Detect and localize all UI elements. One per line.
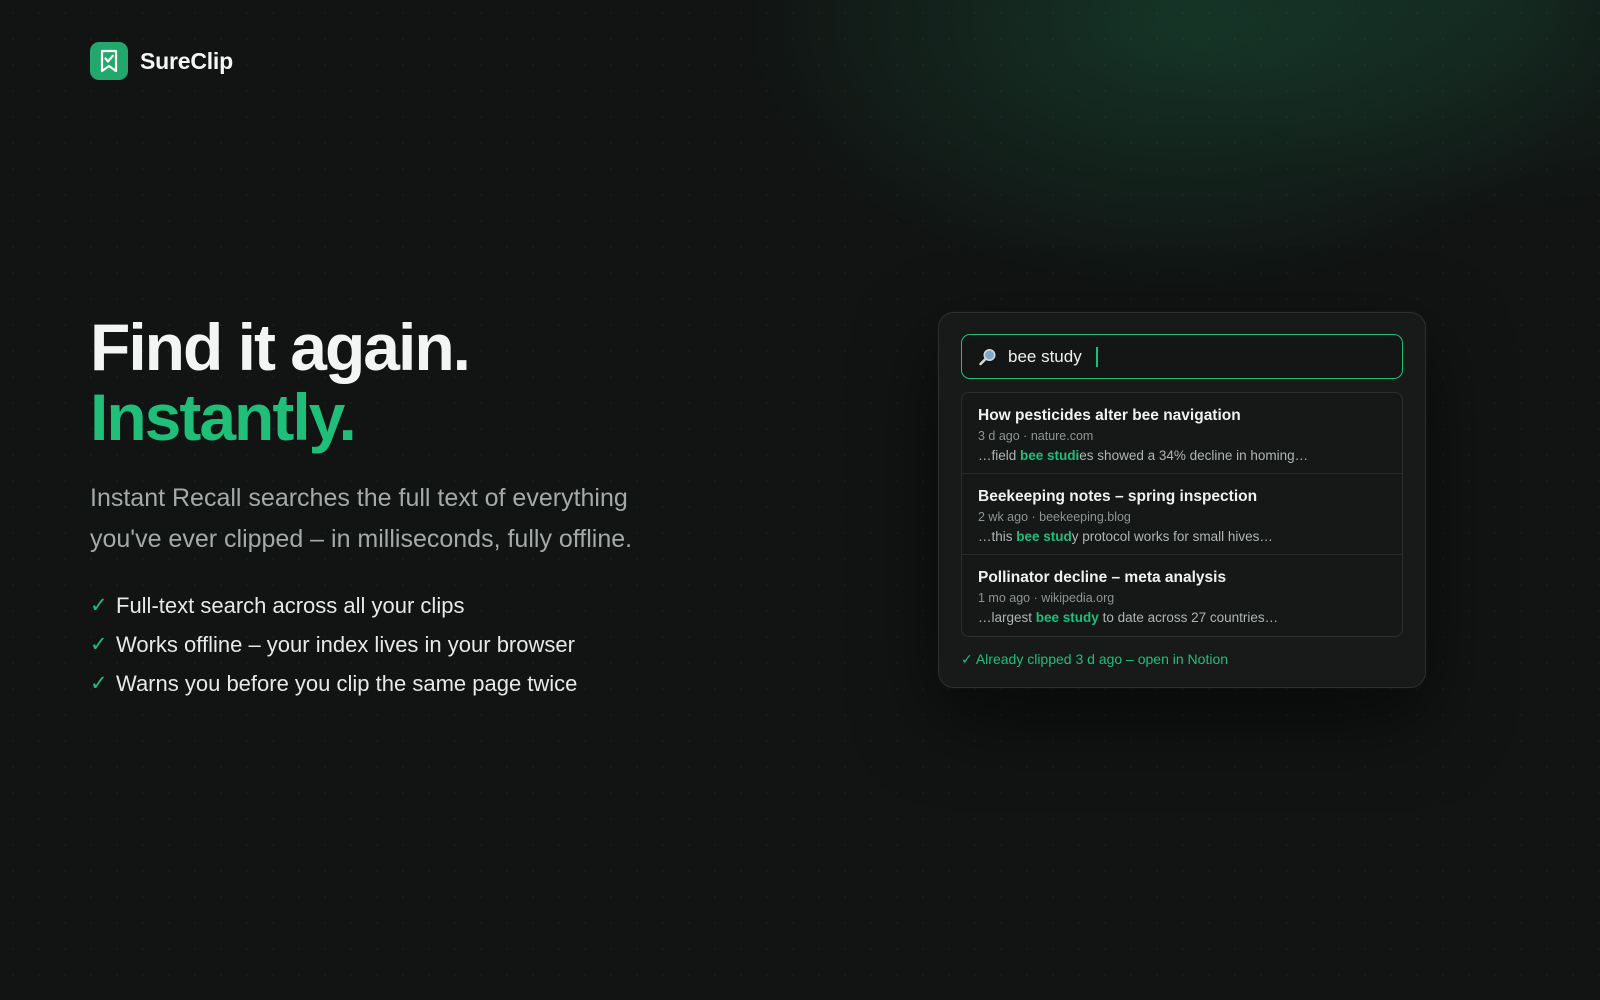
result-title: How pesticides alter bee navigation <box>978 407 1241 424</box>
result-title: Pollinator decline – meta analysis <box>978 569 1227 586</box>
feature-item: ✓ Works offline – your index lives in yo… <box>90 625 730 664</box>
result-snippet: …largest bee study to date across 27 cou… <box>978 608 1386 627</box>
brand[interactable]: SureClip <box>90 42 233 80</box>
snippet-before: …largest <box>978 610 1036 625</box>
snippet-match: bee stud <box>1016 529 1072 544</box>
search-demo-card: bee study How pesticides alter bee navig… <box>938 312 1426 688</box>
hero-subtitle: Instant Recall searches the full text of… <box>90 484 633 553</box>
bookmark-check-icon <box>90 42 128 80</box>
snippet-after: to date across 27 countries… <box>1098 610 1279 625</box>
headline-accent-text: Instantly. <box>90 380 357 454</box>
search-result-item[interactable]: Beekeeping notes – spring inspection 2 w… <box>962 474 1402 555</box>
hero-headline: Find it again. Instantly. <box>90 312 730 452</box>
snippet-match: bee studi <box>1020 448 1080 463</box>
result-snippet: …this bee study protocol works for small… <box>978 527 1386 546</box>
search-input[interactable]: bee study <box>961 334 1403 379</box>
magnifier-icon <box>979 348 996 365</box>
search-result-item[interactable]: Pollinator decline – meta analysis 1 mo … <box>962 555 1402 636</box>
feature-text: Full-text search across all your clips <box>116 593 465 618</box>
feature-text: Works offline – your index lives in your… <box>116 632 575 657</box>
result-meta: 3 d ago · nature.com <box>978 429 1094 443</box>
feature-item: ✓ Full-text search across all your clips <box>90 586 730 625</box>
result-snippet: …field bee studies showed a 34% decline … <box>978 446 1386 465</box>
text-cursor <box>1095 346 1098 367</box>
headline-text: Find it again. <box>90 310 471 384</box>
checkmark-icon: ✓ <box>90 633 108 656</box>
checkmark-icon: ✓ <box>90 594 108 617</box>
snippet-after: y protocol works for small hives… <box>1071 529 1273 544</box>
snippet-after: es showed a 34% decline in homing… <box>1079 448 1309 463</box>
feature-text: Warns you before you clip the same page … <box>116 671 578 696</box>
checkmark-icon: ✓ <box>90 672 108 695</box>
search-result-item[interactable]: How pesticides alter bee navigation 3 d … <box>962 393 1402 474</box>
search-results-list: How pesticides alter bee navigation 3 d … <box>961 392 1403 637</box>
snippet-before: …field <box>978 448 1021 463</box>
snippet-before: …this <box>978 529 1017 544</box>
snippet-match: bee study <box>1035 610 1099 625</box>
duplicate-clip-notice[interactable]: ✓ Already clipped 3 d ago – open in Noti… <box>961 651 1403 668</box>
hero-section: Find it again. Instantly. Instant Recall… <box>90 312 730 703</box>
result-meta: 2 wk ago · beekeeping.blog <box>978 510 1131 524</box>
feature-item: ✓ Warns you before you clip the same pag… <box>90 664 730 703</box>
search-query: bee study <box>1008 346 1082 366</box>
result-title: Beekeeping notes – spring inspection <box>978 488 1258 505</box>
brand-name: SureClip <box>140 47 233 74</box>
result-meta: 1 mo ago · wikipedia.org <box>978 591 1115 605</box>
feature-list: ✓ Full-text search across all your clips… <box>90 586 730 703</box>
